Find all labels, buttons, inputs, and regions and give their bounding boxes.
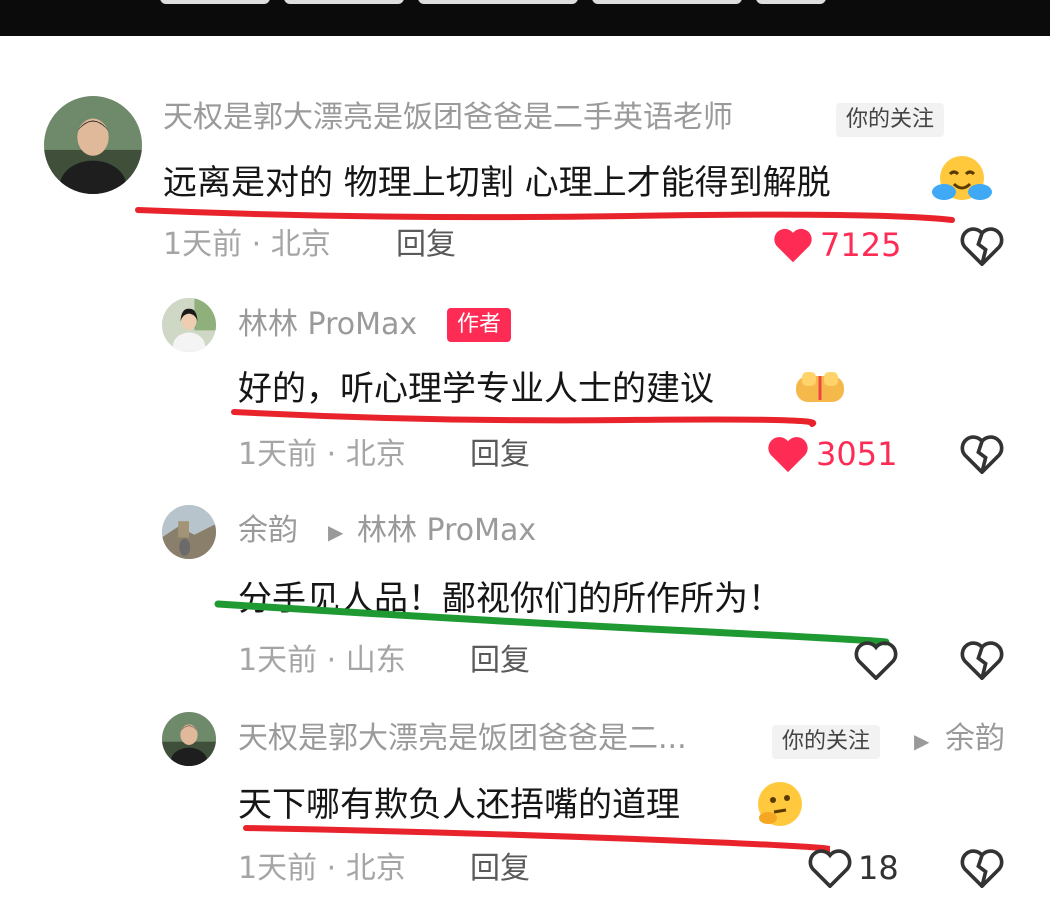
comment-meta: 1天前 · 北京 [238, 437, 406, 472]
heart-filled-icon [774, 228, 812, 263]
username[interactable]: 天权是郭大漂亮是饭团爸爸是二... [238, 724, 687, 754]
reply-button[interactable]: 回复 [470, 440, 530, 470]
red-underline [135, 207, 955, 223]
avatar[interactable] [162, 505, 216, 559]
comment-meta: 1天前 · 北京 [238, 851, 406, 886]
cropped-caption [160, 0, 860, 4]
like-button[interactable]: 18 [808, 848, 899, 888]
username[interactable]: 林林 ProMax [238, 310, 417, 340]
heart-outline-icon [808, 849, 852, 888]
play-triangle-icon: ▶ [328, 520, 344, 544]
reply-button[interactable]: 回复 [470, 854, 530, 884]
like-button[interactable]: 7125 [772, 226, 901, 264]
following-badge: 你的关注 [836, 103, 945, 137]
broken-heart-icon[interactable] [960, 434, 1004, 474]
broken-heart-icon[interactable] [960, 848, 1004, 888]
play-triangle-icon: ▶ [914, 729, 930, 753]
comment-meta: 1天前 · 山东 [238, 643, 406, 678]
reply-to-username[interactable]: 林林 ProMax [357, 516, 536, 546]
like-count: 3051 [816, 435, 898, 473]
comment-meta: 1天前 · 北京 [163, 227, 331, 262]
red-underline [231, 409, 817, 427]
heart-outline-icon [854, 641, 898, 680]
comment-text: 天下哪有欺负人还捂嘴的道理 [238, 785, 680, 825]
heart-filled-icon [768, 437, 808, 473]
avatar[interactable] [44, 96, 142, 194]
author-badge: 作者 [447, 308, 512, 342]
reply-button[interactable]: 回复 [470, 646, 530, 676]
like-button[interactable] [854, 640, 904, 680]
username[interactable]: 天权是郭大漂亮是饭团爸爸是二手英语老师 [163, 103, 733, 133]
broken-heart-icon[interactable] [960, 640, 1004, 680]
username[interactable]: 余韵 [238, 516, 298, 546]
top-caption-bar [0, 0, 1050, 36]
avatar[interactable] [162, 712, 216, 766]
reply-to-username[interactable]: 余韵 [945, 724, 1005, 754]
like-count: 18 [858, 849, 899, 887]
reply-button[interactable]: 回复 [396, 230, 456, 260]
avatar[interactable] [162, 298, 216, 352]
following-badge: 你的关注 [772, 725, 881, 759]
broken-heart-icon[interactable] [960, 226, 1004, 266]
like-count: 7125 [820, 226, 902, 264]
like-button[interactable]: 3051 [766, 434, 897, 474]
